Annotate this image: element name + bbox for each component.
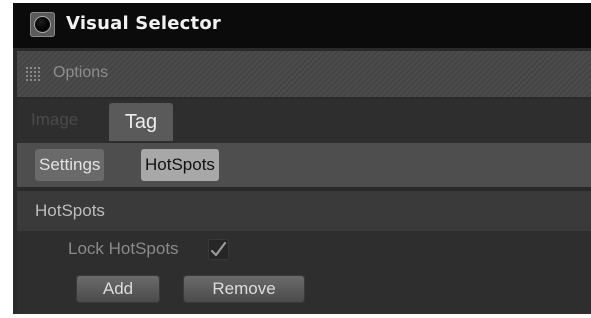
subtab-bar: Settings HotSpots (17, 143, 591, 187)
tab-tag[interactable]: Tag (109, 103, 173, 141)
checkmark-icon (210, 241, 227, 257)
visual-selector-window: Visual Selector Options Image Tag Settin… (13, 3, 591, 314)
menu-bar: Options (17, 51, 591, 97)
section-title: HotSpots (35, 201, 105, 220)
lock-hotspots-checkbox[interactable] (208, 239, 229, 260)
lens-icon (35, 17, 50, 32)
tab-bar: Image Tag (17, 99, 591, 143)
subtab-settings[interactable]: Settings (35, 149, 105, 181)
hotspots-panel: Lock HotSpots Add Remove (17, 231, 591, 314)
tab-image[interactable]: Image (31, 110, 78, 130)
add-button[interactable]: Add (76, 275, 160, 303)
menu-options[interactable]: Options (53, 64, 108, 82)
grip-icon[interactable] (25, 66, 41, 81)
section-header[interactable]: HotSpots (17, 191, 591, 231)
app-icon (30, 12, 55, 37)
remove-button[interactable]: Remove (183, 275, 305, 303)
window-title: Visual Selector (66, 13, 221, 34)
title-bar: Visual Selector (13, 3, 591, 48)
subtab-hotspots[interactable]: HotSpots (141, 149, 219, 181)
lock-hotspots-label: Lock HotSpots (68, 239, 179, 258)
